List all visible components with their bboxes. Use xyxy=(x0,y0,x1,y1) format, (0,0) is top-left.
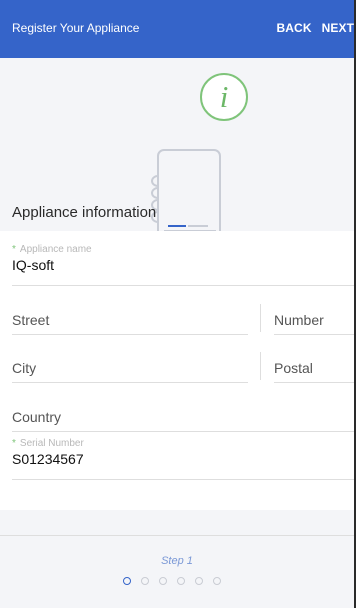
postal-field[interactable]: Postal xyxy=(274,360,354,383)
next-button[interactable]: NEXT xyxy=(322,21,354,35)
step-dot xyxy=(195,577,203,585)
serial-number-field[interactable]: * Serial Number S01234567 xyxy=(12,438,354,480)
appliance-name-value: IQ-soft xyxy=(12,257,55,273)
serial-number-label: * Serial Number xyxy=(12,438,84,449)
section-title: Appliance information xyxy=(12,204,157,221)
app-bar: Register Your Appliance BACK NEXT xyxy=(0,0,354,58)
street-placeholder: Street xyxy=(12,312,50,328)
required-marker: * xyxy=(12,438,16,449)
serial-number-value: S01234567 xyxy=(12,451,84,467)
city-placeholder: City xyxy=(12,360,37,376)
step-indicator xyxy=(123,577,221,585)
page-title: Register Your Appliance xyxy=(12,21,140,35)
number-placeholder: Number xyxy=(274,312,324,328)
appbar-actions: BACK NEXT xyxy=(267,21,354,35)
country-placeholder: Country xyxy=(12,409,62,425)
city-field[interactable]: City xyxy=(12,360,248,383)
step-label: Step 1 xyxy=(161,555,193,567)
appliance-name-label: * Appliance name xyxy=(12,244,92,255)
step-dot xyxy=(123,577,131,585)
step-dot xyxy=(141,577,149,585)
footer-divider xyxy=(0,535,354,536)
step-dot xyxy=(177,577,185,585)
postal-placeholder: Postal xyxy=(274,360,313,376)
street-field[interactable]: Street xyxy=(12,312,248,335)
info-icon: i xyxy=(200,73,248,121)
number-field[interactable]: Number xyxy=(274,312,354,335)
appliance-name-field[interactable]: * Appliance name IQ-soft xyxy=(12,244,354,286)
city-postal-divider xyxy=(260,352,261,380)
appliance-form: * Appliance name IQ-soft Street Number Ci… xyxy=(0,231,354,510)
street-number-divider xyxy=(260,304,261,332)
book-icon xyxy=(151,149,221,241)
step-dot xyxy=(159,577,167,585)
required-marker: * xyxy=(12,244,16,255)
step-dot xyxy=(213,577,221,585)
country-field[interactable]: Country xyxy=(12,409,354,432)
back-button[interactable]: BACK xyxy=(277,21,312,35)
